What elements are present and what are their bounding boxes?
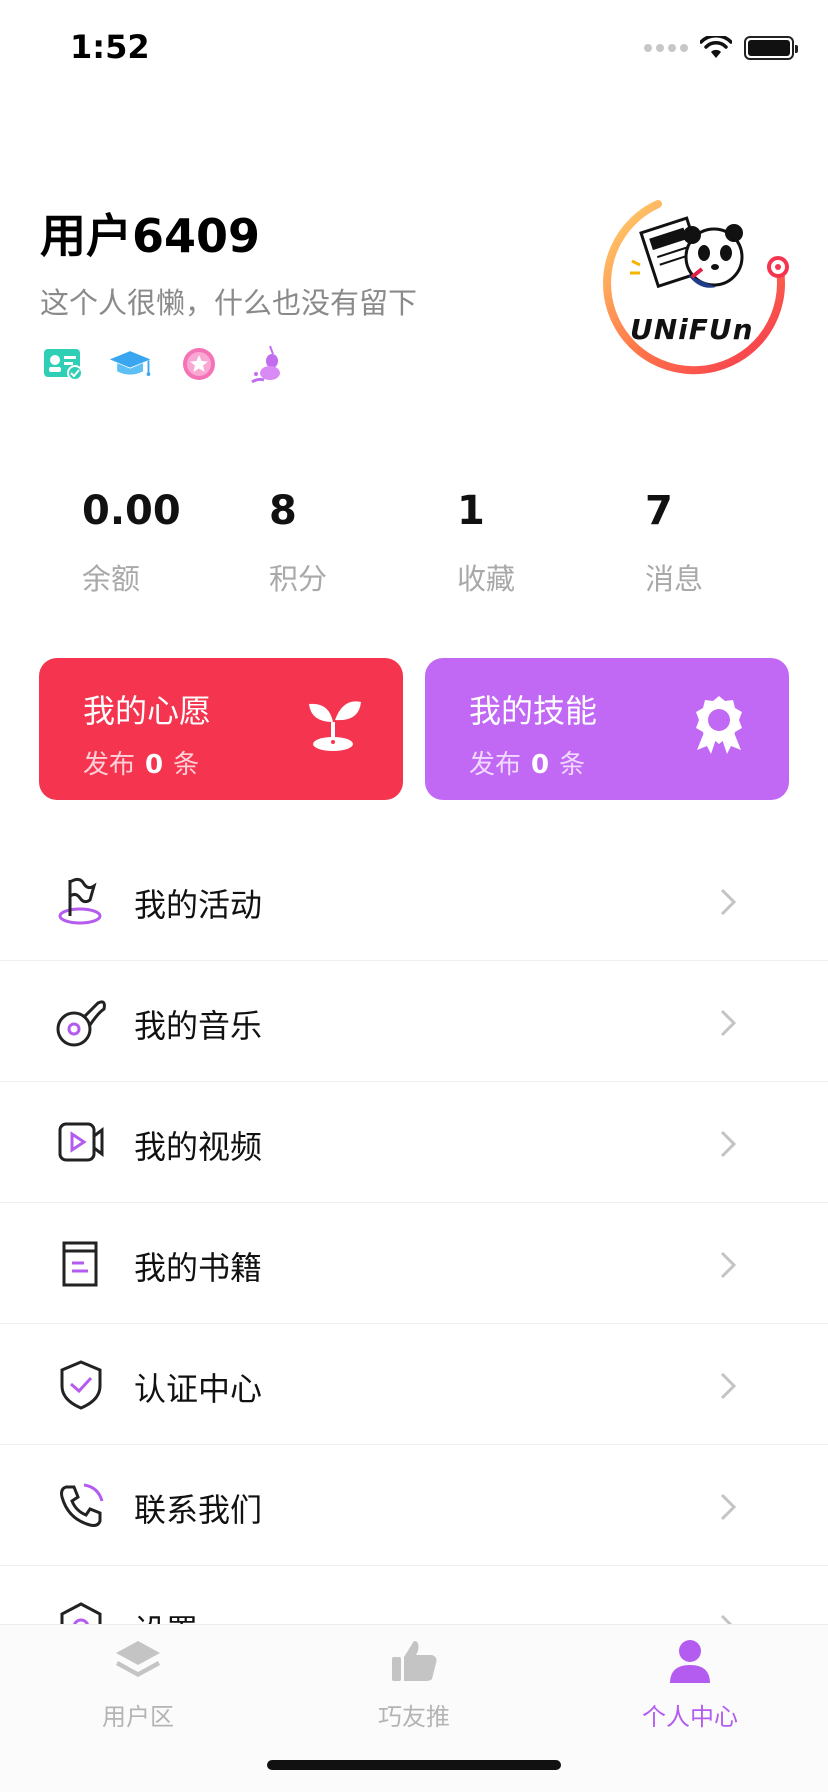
graduation-cap-icon[interactable] (108, 344, 154, 384)
my-wish-card[interactable]: 我的心愿 发布 0 条 (39, 658, 403, 800)
menu-item-books[interactable]: 我的书籍 (0, 1203, 828, 1324)
phone-icon (60, 1483, 104, 1527)
battery-icon (744, 36, 798, 60)
stat-value: 0.00 (82, 488, 181, 534)
profile-header: 用户6409 这个人很懒，什么也没有留下 (40, 200, 560, 384)
stat-value: 1 (457, 488, 485, 534)
chevron-right-icon (720, 888, 737, 916)
id-card-verified-icon[interactable] (40, 344, 86, 384)
flag-icon (58, 877, 102, 925)
chevron-right-icon (720, 1372, 737, 1400)
menu-label: 联系我们 (134, 1491, 263, 1529)
star-medal-icon[interactable] (176, 344, 222, 384)
status-icons (644, 36, 798, 60)
stat-label: 收藏 (457, 562, 516, 596)
tab-personal-center[interactable]: 个人中心 (600, 1635, 780, 1732)
card-subtitle-suffix: 条 (173, 750, 200, 780)
video-icon (58, 1122, 104, 1162)
stats-row: 0.00 余额 8 积分 1 收藏 7 消息 (0, 488, 828, 608)
award-ribbon-icon (696, 696, 742, 754)
stat-balance[interactable]: 0.00 余额 (82, 488, 242, 598)
menu-label: 认证中心 (134, 1370, 263, 1408)
stat-messages[interactable]: 7 消息 (645, 488, 805, 598)
unicorn-icon[interactable] (244, 344, 290, 384)
layers-icon (116, 1641, 160, 1677)
tab-label: 个人中心 (642, 1703, 738, 1731)
card-count: 0 (531, 750, 550, 780)
music-disc-icon (56, 1000, 106, 1047)
wifi-icon (700, 36, 732, 58)
card-count: 0 (145, 750, 164, 780)
my-skill-card[interactable]: 我的技能 发布 0 条 (425, 658, 789, 800)
book-icon (62, 1241, 98, 1287)
menu-label: 我的音乐 (134, 1007, 263, 1045)
menu-list: 我的活动 我的音乐 我的视频 我的书籍 认证中心 联系我们 (0, 840, 828, 1687)
avatar-logo-text: UNiFUn (630, 313, 754, 346)
thumbs-up-icon (392, 1641, 437, 1681)
shield-check-icon (60, 1360, 102, 1410)
menu-item-activities[interactable]: 我的活动 (0, 840, 828, 961)
user-bio: 这个人很懒，什么也没有留下 (40, 286, 418, 320)
tab-user-area[interactable]: 用户区 (48, 1635, 228, 1732)
stat-label: 积分 (269, 562, 328, 596)
card-subtitle-prefix: 发布 (83, 750, 136, 780)
stat-points[interactable]: 8 积分 (269, 488, 429, 598)
stat-favorites[interactable]: 1 收藏 (457, 488, 617, 598)
menu-label: 我的活动 (134, 886, 263, 924)
menu-item-music[interactable]: 我的音乐 (0, 961, 828, 1082)
card-subtitle-prefix: 发布 (469, 750, 522, 780)
stat-label: 余额 (82, 562, 141, 596)
stat-value: 8 (269, 488, 297, 534)
chevron-right-icon (720, 1130, 737, 1158)
menu-item-videos[interactable]: 我的视频 (0, 1082, 828, 1203)
username: 用户6409 (40, 209, 261, 263)
tab-label: 用户区 (102, 1703, 174, 1731)
menu-label: 我的视频 (134, 1128, 263, 1166)
status-time: 1:52 (70, 28, 150, 66)
chevron-right-icon (720, 1009, 737, 1037)
stat-value: 7 (645, 488, 673, 534)
signal-icon (644, 44, 688, 52)
tab-label: 巧友推 (378, 1703, 450, 1731)
menu-label: 我的书籍 (134, 1249, 263, 1287)
person-icon (670, 1640, 710, 1683)
stat-label: 消息 (645, 562, 704, 596)
badge-list (40, 344, 560, 384)
card-subtitle-suffix: 条 (559, 750, 586, 780)
status-bar: 1:52 (0, 0, 828, 100)
chevron-right-icon (720, 1493, 737, 1521)
avatar[interactable]: UNiFUn (596, 195, 792, 391)
chevron-right-icon (720, 1251, 737, 1279)
home-indicator (267, 1760, 561, 1770)
menu-item-contact[interactable]: 联系我们 (0, 1445, 828, 1566)
sprout-icon (309, 701, 361, 751)
menu-item-verification[interactable]: 认证中心 (0, 1324, 828, 1445)
tab-friends-recommend[interactable]: 巧友推 (324, 1635, 504, 1732)
